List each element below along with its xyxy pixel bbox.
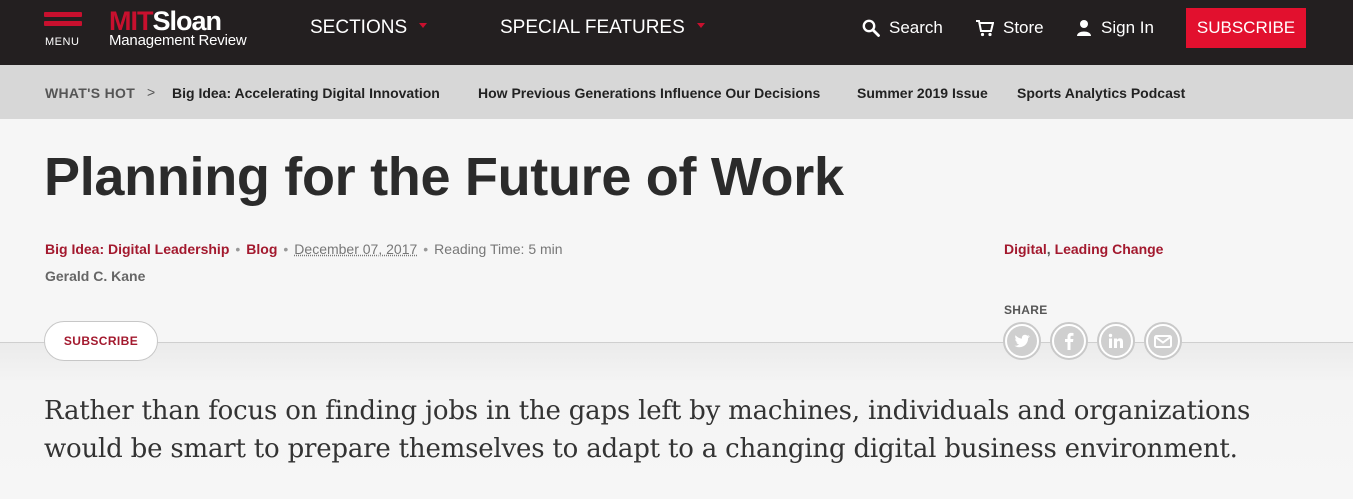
publish-date: December 07, 2017 (294, 241, 418, 257)
meta-separator: • (235, 241, 241, 257)
cart-icon (976, 20, 994, 37)
hot-link-sports-podcast[interactable]: Sports Analytics Podcast (1017, 85, 1185, 101)
share-label: SHARE (1004, 303, 1048, 317)
search-button[interactable]: Search (862, 18, 943, 38)
hamburger-icon-bar (44, 21, 82, 26)
store-button[interactable]: Store (975, 18, 1044, 38)
article-meta: Big Idea: Digital Leadership • Blog • Decemb… (45, 241, 563, 257)
search-icon (862, 19, 880, 37)
share-linkedin-button[interactable] (1097, 322, 1135, 360)
caret-down-icon (696, 23, 705, 29)
share-twitter-button[interactable] (1003, 322, 1041, 360)
whats-hot-label: WHAT'S HOT (45, 85, 136, 101)
store-label: Store (1003, 18, 1044, 37)
menu-button[interactable]: MENU (44, 12, 86, 52)
meta-separator: • (283, 241, 289, 257)
linkedin-icon (1101, 326, 1131, 356)
hamburger-icon (44, 12, 82, 17)
sign-in-button[interactable]: Sign In (1076, 18, 1154, 38)
hot-link-big-idea[interactable]: Big Idea: Accelerating Digital Innovatio… (172, 85, 440, 101)
caret-down-icon (419, 23, 428, 29)
share-email-button[interactable] (1144, 322, 1182, 360)
nav-special-features[interactable]: SPECIAL FEATURES (500, 17, 705, 39)
search-label: Search (889, 18, 943, 37)
share-facebook-button[interactable] (1050, 322, 1088, 360)
top-header: MENU MITSloan Management Review SECTIONS… (0, 0, 1353, 65)
topic-separator: , (1046, 241, 1051, 257)
twitter-icon (1007, 326, 1037, 356)
subscribe-button[interactable]: SUBSCRIBE (1186, 8, 1306, 48)
article-dek: Rather than focus on finding jobs in the… (44, 396, 1251, 464)
article-title: Planning for the Future of Work (44, 147, 844, 207)
whats-hot-bar: WHAT'S HOT > Big Idea: Accelerating Digi… (0, 65, 1353, 119)
menu-label: MENU (45, 36, 80, 48)
facebook-icon (1054, 326, 1084, 356)
hot-link-summer-issue[interactable]: Summer 2019 Issue (857, 85, 988, 101)
user-icon (1077, 20, 1091, 36)
topic-link-leading-change[interactable]: Leading Change (1055, 241, 1164, 257)
topic-tags: Digital, Leading Change (1004, 241, 1163, 257)
nav-sections-label: SECTIONS (310, 17, 408, 38)
sign-in-label: Sign In (1101, 18, 1154, 37)
type-link[interactable]: Blog (246, 241, 277, 257)
nav-special-features-label: SPECIAL FEATURES (500, 17, 685, 38)
article-subscribe-button[interactable]: SUBSCRIBE (44, 321, 158, 361)
topic-link-digital[interactable]: Digital (1004, 241, 1047, 257)
whats-hot-separator: > (147, 84, 156, 100)
email-icon (1148, 326, 1178, 356)
site-logo[interactable]: MITSloan Management Review (109, 8, 259, 56)
meta-separator: • (423, 241, 429, 257)
nav-sections[interactable]: SECTIONS (310, 17, 428, 39)
reading-time: Reading Time: 5 min (434, 241, 563, 257)
author-name[interactable]: Gerald C. Kane (45, 268, 145, 284)
logo-subtitle: Management Review (109, 32, 247, 49)
category-link[interactable]: Big Idea: Digital Leadership (45, 241, 229, 257)
hot-link-previous-generations[interactable]: How Previous Generations Influence Our D… (478, 85, 820, 101)
